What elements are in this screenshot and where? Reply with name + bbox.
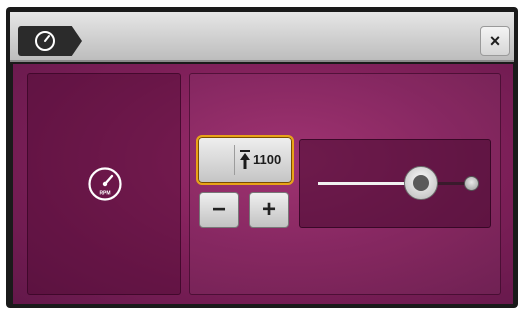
increase-button[interactable]: + [249, 192, 289, 228]
speedometer-icon [35, 31, 55, 51]
close-icon: × [489, 30, 501, 51]
title-bar [10, 12, 514, 62]
slider-end-cap [464, 176, 479, 191]
minus-icon: − [211, 196, 226, 223]
svg-text:RPM: RPM [99, 191, 110, 197]
arrow-up-to-limit-icon [240, 150, 250, 169]
plus-icon: + [261, 196, 276, 223]
decrease-button[interactable]: − [199, 192, 239, 228]
preset-value: 1100 [253, 152, 282, 167]
preset-speed-button[interactable]: 1100 [196, 135, 294, 185]
speedometer-tab[interactable] [18, 26, 82, 56]
slider-thumb[interactable] [404, 166, 438, 200]
preset-divider [234, 145, 235, 175]
close-button[interactable]: × [480, 26, 510, 56]
rpm-gauge-icon: RPM [87, 166, 123, 207]
